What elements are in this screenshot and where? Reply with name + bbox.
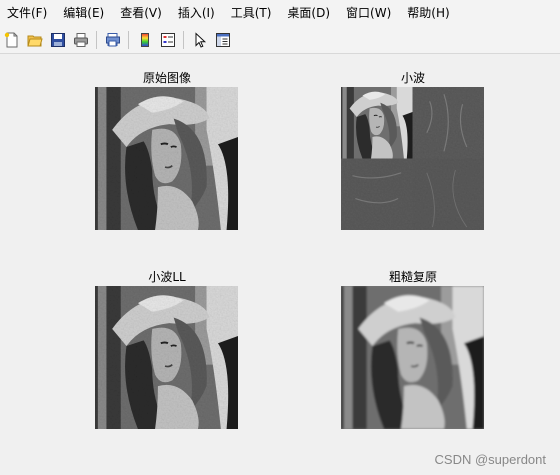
menu-view[interactable]: 查看(V) bbox=[112, 0, 170, 27]
insert-legend-button[interactable] bbox=[157, 29, 179, 51]
wavelet-image bbox=[341, 87, 484, 230]
open-folder-icon bbox=[27, 35, 43, 47]
legend-icon bbox=[161, 33, 175, 47]
print-preview-icon bbox=[106, 33, 120, 47]
menu-window[interactable]: 窗口(W) bbox=[338, 0, 399, 27]
print-preview-button[interactable] bbox=[102, 29, 124, 51]
property-editor-icon bbox=[216, 33, 230, 47]
print-icon bbox=[74, 33, 88, 47]
colorbar-icon bbox=[141, 33, 149, 47]
original-image-title: 原始图像 bbox=[142, 71, 191, 85]
menu-desktop[interactable]: 桌面(D) bbox=[279, 0, 338, 27]
original-image bbox=[95, 87, 238, 230]
edit-plot-button[interactable] bbox=[189, 29, 211, 51]
property-editor-button[interactable] bbox=[212, 29, 234, 51]
menu-edit[interactable]: 编辑(E) bbox=[55, 0, 112, 27]
menu-insert[interactable]: 插入(I) bbox=[170, 0, 223, 27]
watermark: CSDN @superdont bbox=[434, 452, 546, 467]
open-button[interactable] bbox=[24, 29, 46, 51]
save-button[interactable] bbox=[47, 29, 69, 51]
menu-help[interactable]: 帮助(H) bbox=[399, 0, 457, 27]
print-button[interactable] bbox=[70, 29, 92, 51]
rough-restore-title: 粗糙复原 bbox=[388, 270, 437, 284]
figure-area: 原始图像 小波 小波LL 粗糙复原 CSDN @superdont bbox=[0, 54, 560, 475]
wavelet-ll-image bbox=[95, 286, 238, 429]
new-file-icon bbox=[4, 32, 18, 48]
wavelet-ll-title: 小波LL bbox=[148, 270, 186, 284]
menu-tools[interactable]: 工具(T) bbox=[223, 0, 280, 27]
toolbar-separator bbox=[183, 31, 184, 49]
toolbar-separator bbox=[128, 31, 129, 49]
save-icon bbox=[51, 33, 65, 47]
rough-restore-image bbox=[341, 286, 484, 429]
menu-bar: 文件(F) 编辑(E) 查看(V) 插入(I) 工具(T) 桌面(D) 窗口(W… bbox=[0, 0, 560, 27]
pointer-icon bbox=[195, 32, 207, 48]
toolbar bbox=[0, 27, 560, 54]
new-file-button[interactable] bbox=[1, 29, 23, 51]
toolbar-separator bbox=[96, 31, 97, 49]
menu-file[interactable]: 文件(F) bbox=[0, 0, 55, 27]
insert-colorbar-button[interactable] bbox=[134, 29, 156, 51]
wavelet-image-title: 小波 bbox=[400, 71, 425, 85]
